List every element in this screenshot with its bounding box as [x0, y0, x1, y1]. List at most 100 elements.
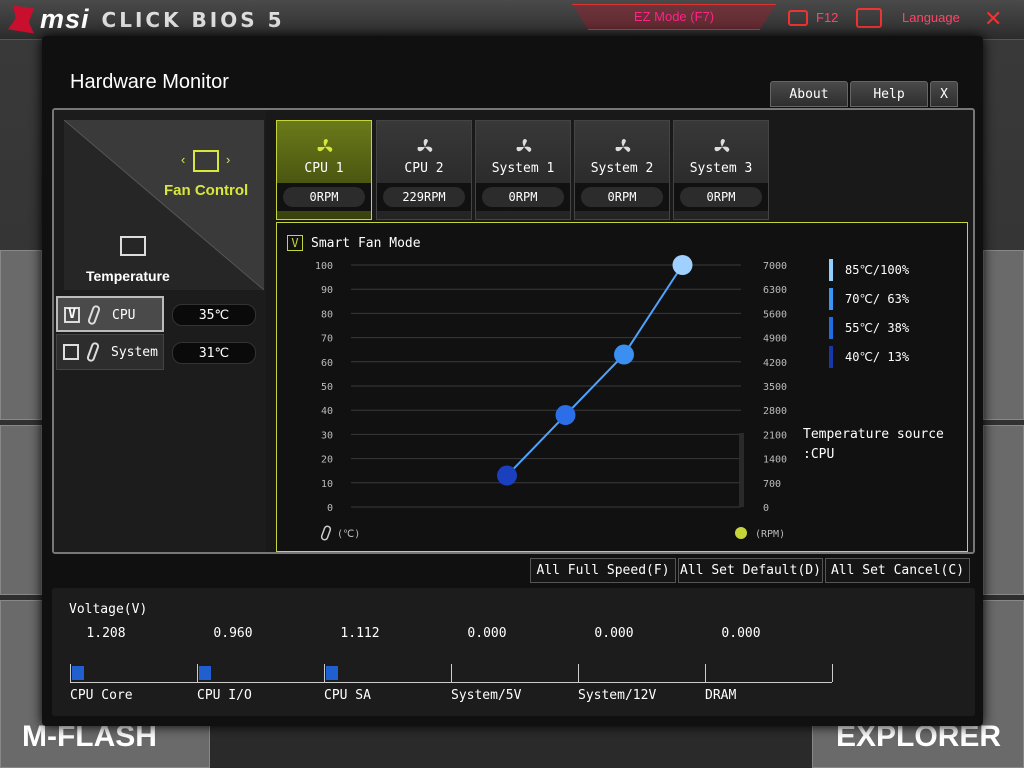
y-left-tick-label: 10 [321, 479, 333, 490]
voltage-value: 1.208 [86, 626, 126, 641]
y-right-tick-label: 1400 [763, 455, 787, 466]
mode-selector-divider [64, 120, 264, 290]
all-set-default-button[interactable]: All Set Default(D) [678, 558, 823, 583]
voltage-tick [451, 664, 452, 682]
close-dialog-button[interactable]: X [930, 81, 958, 107]
voltage-bar-fill [199, 666, 211, 680]
y-left-tick-label: 80 [321, 309, 333, 320]
voltage-title: Voltage(V) [69, 602, 148, 617]
temp-source-cpu-name[interactable]: V CPU [56, 296, 164, 332]
voltage-tick [197, 664, 198, 682]
y-right-tick-label: 4200 [763, 358, 787, 369]
legend-text: 70℃/ 63% [845, 292, 910, 306]
legend-text: 55℃/ 38% [845, 321, 910, 335]
voltage-tick [578, 664, 579, 682]
fan-name: System 3 [689, 161, 753, 176]
fan-tab-system1[interactable]: System 1 0RPM [475, 120, 571, 220]
help-button[interactable]: Help [850, 81, 928, 107]
curve-segment [506, 414, 567, 477]
fan-control-panel: ‹ › Fan Control Temperature V CPU 35℃ Sy… [52, 108, 975, 554]
fan-control-icon[interactable] [193, 150, 219, 172]
fan-rpm-bar: 229RPM [377, 183, 471, 211]
temp-source-value: 31℃ [172, 342, 256, 364]
fan-rpm-bar: 0RPM [476, 183, 570, 211]
fan-control-tab[interactable]: Fan Control [164, 182, 248, 199]
voltage-end-tick [832, 664, 833, 682]
curve-point[interactable] [555, 405, 576, 426]
voltage-value: 0.960 [213, 626, 253, 641]
curve-point[interactable] [672, 255, 693, 275]
bios-close-icon[interactable]: ✕ [984, 6, 1002, 32]
mode-selector: ‹ › Fan Control Temperature [64, 120, 264, 290]
y-left-tick-label: 90 [321, 285, 333, 296]
y-right-tick-label: 2800 [763, 406, 787, 417]
brand-name: msi [40, 4, 90, 34]
voltage-label: CPU I/O [197, 688, 252, 703]
voltage-bar-fill [72, 666, 84, 680]
thermometer-icon [86, 304, 102, 326]
bg-tile-oc[interactable] [0, 425, 42, 595]
all-full-speed-button[interactable]: All Full Speed(F) [530, 558, 676, 583]
product-name: CLICK BIOS 5 [101, 7, 285, 32]
curve-point[interactable] [497, 465, 517, 486]
fan-rpm-bar: 0RPM [277, 183, 371, 211]
y-right-tick-label: 0 [763, 503, 769, 514]
screenshot-camera-icon[interactable] [788, 10, 808, 26]
fan-name: CPU 2 [404, 161, 444, 176]
fan-rpm-bar: 0RPM [575, 183, 669, 211]
fan-speed-indicator [739, 433, 744, 507]
x-unit-label: (℃) [337, 529, 360, 540]
fan-control-prev-icon[interactable]: ‹ [181, 152, 185, 167]
voltage-value: 0.000 [467, 626, 507, 641]
temp-source-system[interactable]: System 31℃ [56, 334, 264, 370]
temp-source-system-name[interactable]: System [56, 334, 164, 370]
fan-tab-cpu1[interactable]: CPU 1 0RPM [276, 120, 372, 220]
bg-tile-right-1[interactable] [983, 250, 1024, 420]
thermometer-icon [320, 525, 332, 541]
y-left-tick-label: 60 [321, 358, 333, 369]
f12-label[interactable]: F12 [816, 10, 838, 25]
y-left-tick-label: 100 [315, 261, 333, 272]
fan-tab-system2[interactable]: System 2 0RPM [574, 120, 670, 220]
curve-segment [564, 353, 625, 416]
voltage-label: DRAM [705, 688, 737, 703]
hardware-monitor-dialog: Hardware Monitor About Help X ‹ › Fan Co… [42, 36, 983, 726]
bg-tile-settings[interactable] [0, 250, 42, 420]
y-right-tick-label: 7000 [763, 261, 787, 272]
msi-logo: msi CLICK BIOS 5 [8, 4, 285, 35]
voltage-baseline [70, 682, 832, 683]
y-left-tick-label: 30 [321, 430, 333, 441]
bios-top-bar: msi CLICK BIOS 5 EZ Mode (F7) F12 Langua… [0, 0, 1024, 40]
fan-tab-cpu2[interactable]: CPU 2 229RPM [376, 120, 472, 220]
y-left-tick-label: 40 [321, 406, 333, 417]
voltage-label: System/5V [451, 688, 522, 703]
legend-swatch [829, 317, 833, 339]
language-button[interactable]: Language [902, 10, 960, 25]
legend-text: 85℃/100% [845, 263, 910, 277]
voltage-label: System/12V [578, 688, 657, 703]
y-left-tick-label: 70 [321, 334, 333, 345]
curve-segment [623, 264, 684, 356]
voltage-value: 0.000 [594, 626, 634, 641]
temperature-tab[interactable]: Temperature [86, 268, 170, 284]
curve-point[interactable] [614, 344, 634, 365]
legend-swatch [829, 288, 833, 310]
language-icon[interactable] [856, 8, 882, 28]
fan-control-next-icon[interactable]: › [226, 152, 230, 167]
about-button[interactable]: About [770, 81, 848, 107]
fan-rpm: 0RPM [680, 187, 762, 207]
legend-swatch [829, 259, 833, 281]
temperature-icon[interactable] [120, 236, 146, 256]
cpu-source-checkbox[interactable]: V [64, 307, 80, 323]
system-source-checkbox[interactable] [63, 344, 79, 360]
ez-mode-button[interactable]: EZ Mode (F7) [572, 4, 776, 30]
temp-source-label: System [111, 345, 158, 360]
temp-source-cpu[interactable]: V CPU 35℃ [56, 296, 264, 332]
fan-tab-system3[interactable]: System 3 0RPM [673, 120, 769, 220]
thermometer-icon [85, 341, 101, 363]
fan-icon [714, 139, 730, 152]
all-set-cancel-button[interactable]: All Set Cancel(C) [825, 558, 970, 583]
fan-rpm: 0RPM [581, 187, 663, 207]
msi-dragon-icon [8, 5, 34, 34]
bg-tile-right-2[interactable] [983, 425, 1024, 595]
